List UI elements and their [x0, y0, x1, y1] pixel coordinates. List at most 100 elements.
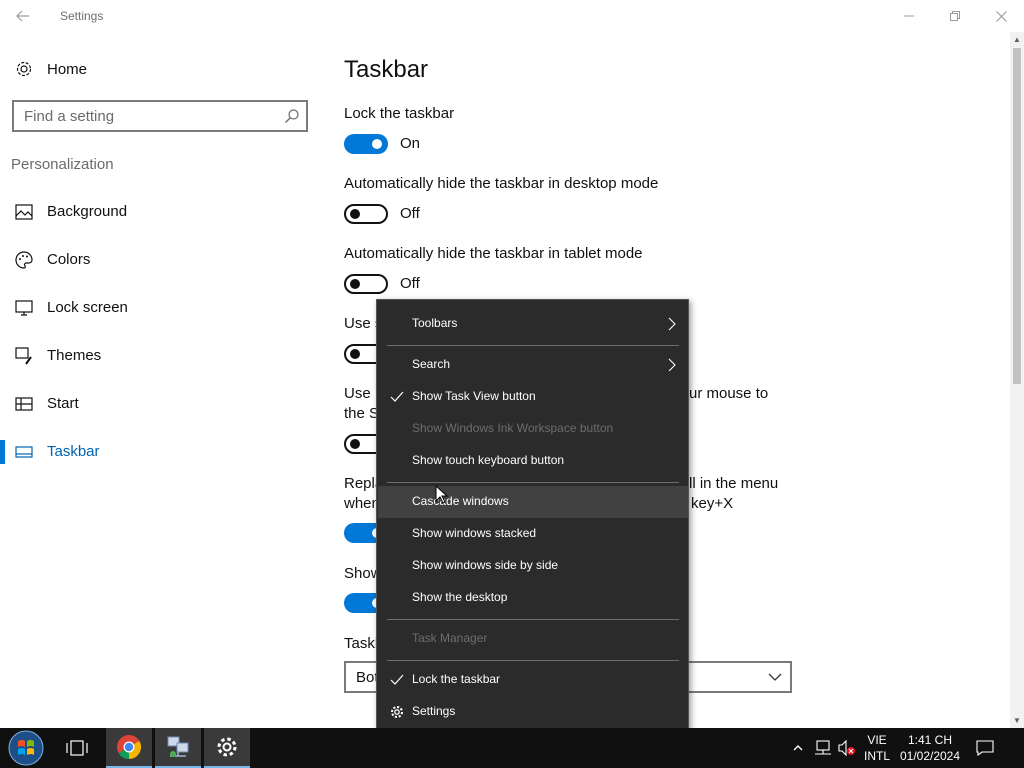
start-button[interactable] — [6, 729, 46, 767]
gear-icon — [391, 706, 403, 718]
setting-label-replace-cmd-line2: when — [344, 495, 380, 512]
tray-show-hidden-icons[interactable] — [790, 728, 806, 768]
menu-separator — [387, 660, 679, 661]
settings-gear-icon — [217, 737, 237, 757]
network-icon — [815, 740, 831, 755]
picture-icon — [14, 202, 34, 222]
menu-item-lock-taskbar[interactable]: Lock the taskbar — [378, 664, 688, 696]
sidebar-item-label: Colors — [47, 251, 91, 268]
sidebar-home-label: Home — [47, 60, 88, 78]
menu-item-label: Settings — [412, 704, 456, 718]
setting-label-lock-taskbar: Lock the taskbar — [344, 105, 455, 122]
search-box[interactable] — [12, 100, 308, 132]
menu-item-task-manager: Task Manager — [378, 623, 688, 655]
window-title: Settings — [60, 9, 104, 23]
menu-item-settings[interactable]: Settings — [378, 696, 688, 728]
tray-lang-line2: INTL — [863, 749, 890, 763]
action-center-button[interactable] — [970, 728, 1000, 768]
checkmark-icon — [390, 391, 404, 402]
menu-separator — [387, 482, 679, 483]
menu-item-show-task-view[interactable]: Show Task View button — [378, 381, 688, 413]
chevron-up-icon — [793, 745, 803, 751]
tray-lang-line1: VIE — [867, 733, 887, 747]
title-bar: Settings — [0, 0, 1024, 32]
menu-item-label: Show touch keyboard button — [412, 453, 565, 467]
menu-item-label: Show windows side by side — [412, 558, 559, 572]
close-button[interactable] — [978, 0, 1024, 32]
sidebar-item-start[interactable]: Start — [0, 382, 320, 426]
toggle-autohide-tablet[interactable] — [344, 274, 388, 294]
page-title: Taskbar — [344, 56, 429, 83]
mouse-cursor-icon — [435, 485, 449, 504]
scroll-thumb[interactable] — [1013, 48, 1021, 384]
taskbar-app-settings[interactable] — [204, 728, 250, 768]
menu-item-label: Show the desktop — [412, 590, 508, 604]
scroll-down-arrow-icon[interactable]: ▼ — [1012, 716, 1022, 726]
sidebar-item-label: Background — [47, 203, 128, 220]
tray-clock[interactable]: 1:41 CH 01/02/2024 — [896, 732, 964, 764]
sidebar-item-label: Start — [47, 395, 79, 412]
windows-taskbar: VIE INTL 1:41 CH 01/02/2024 — [0, 728, 1024, 768]
sidebar-item-lock-screen[interactable]: Lock screen — [0, 286, 320, 330]
minimize-icon — [904, 15, 914, 17]
taskbar-context-menu: Toolbars Search Show Task View button Sh… — [376, 299, 689, 737]
chevron-down-icon — [768, 673, 782, 681]
menu-item-label: Show Task View button — [412, 389, 536, 403]
sidebar-item-background[interactable]: Background — [0, 190, 320, 234]
taskbar-app-network[interactable] — [155, 728, 201, 768]
scroll-up-arrow-icon[interactable]: ▲ — [1012, 35, 1022, 45]
back-button[interactable] — [8, 2, 38, 30]
menu-item-toolbars[interactable]: Toolbars — [378, 308, 688, 340]
toggle-knob — [350, 349, 360, 359]
close-icon — [995, 10, 1007, 22]
home-gear-icon — [14, 59, 34, 79]
taskbar-app-chrome[interactable] — [106, 728, 152, 768]
sidebar-item-taskbar[interactable]: Taskbar — [0, 430, 320, 474]
menu-separator — [387, 345, 679, 346]
toggle-lock-taskbar[interactable] — [344, 134, 388, 154]
toggle-state-text: On — [400, 135, 421, 152]
minimize-button[interactable] — [886, 0, 932, 32]
active-indicator — [0, 440, 5, 464]
tray-date: 01/02/2024 — [899, 749, 961, 763]
tray-volume[interactable] — [836, 728, 858, 768]
toggle-knob — [350, 439, 360, 449]
search-input[interactable] — [14, 102, 274, 130]
menu-item-show-ink-workspace: Show Windows Ink Workspace button — [378, 413, 688, 445]
menu-item-windows-stacked[interactable]: Show windows stacked — [378, 518, 688, 550]
toggle-knob — [350, 209, 360, 219]
brush-icon — [14, 346, 34, 366]
volume-muted-icon — [838, 740, 855, 756]
menu-item-label: Show Windows Ink Workspace button — [412, 421, 614, 435]
sidebar-item-themes[interactable]: Themes — [0, 334, 320, 378]
menu-item-show-desktop[interactable]: Show the desktop — [378, 582, 688, 614]
setting-label-autohide-tablet: Automatically hide the taskbar in tablet… — [344, 245, 643, 262]
menu-item-label: Search — [412, 357, 451, 371]
sidebar-item-label: Lock screen — [47, 299, 128, 316]
sidebar-home[interactable]: Home — [0, 52, 320, 86]
setting-label-peek-line2: the S — [344, 405, 380, 422]
vertical-scrollbar[interactable]: ▲ ▼ — [1010, 32, 1024, 728]
search-icon[interactable] — [284, 108, 300, 124]
menu-item-label: Toolbars — [412, 316, 458, 330]
toggle-autohide-desktop[interactable] — [344, 204, 388, 224]
task-view-button[interactable] — [54, 728, 100, 768]
section-title-personalization: Personalization — [11, 156, 114, 173]
chevron-right-icon — [668, 358, 676, 372]
setting-label-peek-tail: ur mouse to — [689, 385, 769, 402]
menu-item-search[interactable]: Search — [378, 349, 688, 381]
restore-button[interactable] — [932, 0, 978, 32]
taskbar-icon — [14, 442, 34, 462]
menu-item-label: Task Manager — [412, 631, 488, 645]
menu-item-show-touch-keyboard[interactable]: Show touch keyboard button — [378, 445, 688, 477]
menu-item-windows-side-by-side[interactable]: Show windows side by side — [378, 550, 688, 582]
chevron-right-icon — [668, 317, 676, 331]
sidebar-item-colors[interactable]: Colors — [0, 238, 320, 282]
menu-item-cascade-windows[interactable]: Cascade windows — [378, 486, 688, 518]
sidebar-item-label: Themes — [47, 347, 102, 364]
toggle-knob — [372, 139, 382, 149]
menu-item-label: Cascade windows — [412, 494, 509, 508]
tray-time: 1:41 CH — [907, 733, 953, 747]
tray-input-language[interactable]: VIE INTL — [862, 732, 892, 764]
tray-network[interactable] — [812, 728, 834, 768]
